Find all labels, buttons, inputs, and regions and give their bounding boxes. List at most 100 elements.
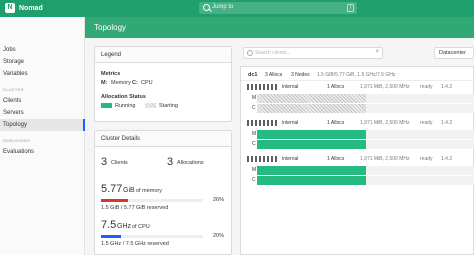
client-search-input[interactable]: Search clients... × — [243, 47, 383, 59]
memory-total: 5.77 — [101, 183, 123, 195]
client-node-status: ready — [420, 84, 433, 90]
client-node[interactable]: internal 1 Allocs 1,971 MiB, 2,500 MHz r… — [247, 83, 474, 121]
legend-header: Legend — [95, 47, 231, 63]
clear-search-icon[interactable]: × — [375, 49, 379, 55]
client-node-status: ready — [420, 156, 433, 162]
running-swatch — [101, 103, 112, 108]
metrics-c-text: CPU — [141, 80, 153, 86]
memory-allocation-bar[interactable] — [257, 166, 366, 175]
cpu-bar-fill — [101, 235, 122, 238]
search-placeholder: Jump to — [212, 4, 234, 10]
starting-swatch — [145, 103, 156, 108]
cpu-row-label: C — [252, 105, 256, 111]
memory-row-label: M — [252, 131, 257, 137]
datacenter-allocs: 3 Allocs — [265, 72, 283, 78]
running-label: Running — [115, 103, 136, 109]
client-node[interactable]: internal 1 Allocs 1,971 MiB, 2,500 MHz r… — [247, 119, 474, 157]
cpu-row — [257, 176, 474, 185]
client-node-allocs: 1 Allocs — [327, 156, 345, 162]
allocations-label: Allocations — [177, 160, 204, 166]
clients-count: 3 — [101, 156, 108, 168]
client-node-name[interactable]: internal — [282, 84, 298, 90]
page-header: Topology — [85, 17, 474, 38]
cpu-row — [257, 104, 474, 113]
datacenter-header: dc1 3 Allocs 3 Nodes 1.5 GiB/5.77 GiB, 1… — [241, 67, 474, 81]
memory-allocation-bar[interactable] — [257, 130, 366, 139]
cluster-details-title: Cluster Details — [101, 136, 141, 142]
sidebar-item-topology[interactable]: Topology — [3, 122, 27, 128]
memory-percent: 26% — [213, 197, 225, 203]
legend-panel: Legend Metrics M: Memory C: CPU Allocati… — [94, 46, 232, 122]
client-node-name[interactable]: internal — [282, 156, 298, 162]
page-title: Topology — [94, 23, 127, 32]
search-icon — [247, 50, 253, 56]
memory-row — [257, 166, 474, 175]
metrics-c-key: C: — [132, 80, 138, 86]
datacenter-select-label: Datacenter — [439, 50, 466, 56]
metrics-heading: Metrics — [101, 71, 121, 77]
client-node-header: internal 1 Allocs 1,971 MiB, 2,500 MHz r… — [247, 119, 474, 128]
memory-bar — [101, 199, 203, 202]
cpu-allocation-bar[interactable] — [257, 104, 366, 113]
allocations-count: 3 — [167, 156, 174, 168]
metrics-m-text: Memory — [111, 80, 131, 86]
brand-name: Nomad — [19, 4, 43, 12]
memory-allocation-bar[interactable] — [257, 94, 366, 103]
sidebar-item-clients[interactable]: Clients — [3, 98, 21, 104]
memory-row — [257, 94, 474, 103]
sidebar-item-evaluations[interactable]: Evaluations — [3, 149, 34, 155]
client-node-status: ready — [420, 120, 433, 126]
memory-row-label: M — [252, 95, 257, 101]
jump-to-search[interactable]: Jump to / — [199, 2, 357, 14]
nomad-logo-icon: N — [5, 3, 15, 13]
client-node[interactable]: internal 1 Allocs 1,971 MiB, 2,500 MHz r… — [247, 155, 474, 193]
client-node-version: 1.4.2 — [441, 120, 453, 126]
cpu-percent: 20% — [213, 233, 225, 239]
client-node-resources: 1,971 MiB, 2,500 MHz — [360, 156, 410, 162]
datacenter-nodes: 3 Nodes — [291, 72, 310, 78]
memory-row-label: M — [252, 167, 257, 173]
allocation-status-heading: Allocation Status — [101, 94, 146, 100]
cpu-allocation-bar[interactable] — [257, 140, 366, 149]
client-node-resources: 1,971 MiB, 2,500 MHz — [360, 84, 410, 90]
cpu-row — [257, 140, 474, 149]
cpu-reserved: 1.5 GHz / 7.5 GHz reserved — [101, 241, 169, 247]
client-node-header: internal 1 Allocs 1,971 MiB, 2,500 MHz r… — [247, 155, 474, 164]
metrics-m-key: M: — [101, 80, 108, 86]
sidebar-item-jobs[interactable]: Jobs — [3, 47, 16, 53]
active-indicator — [83, 119, 85, 131]
search-icon — [203, 4, 210, 11]
client-node-version: 1.4.2 — [441, 84, 453, 90]
redacted-node-id — [247, 120, 277, 126]
top-nav: N Nomad Jump to / — [0, 0, 474, 17]
cpu-row-label: C — [252, 141, 256, 147]
memory-reserved: 1.5 GiB / 5.77 GiB reserved — [101, 205, 169, 211]
redacted-node-id — [247, 156, 277, 162]
datacenter-select[interactable]: Datacenter — [434, 47, 474, 59]
datacenter-panel: dc1 3 Allocs 3 Nodes 1.5 GiB/5.77 GiB, 1… — [240, 66, 474, 255]
client-node-allocs: 1 Allocs — [327, 84, 345, 90]
cpu-allocation-bar[interactable] — [257, 176, 366, 185]
sidebar-section-debugging: DEBUGGING — [3, 138, 31, 143]
sidebar-item-variables[interactable]: Variables — [3, 71, 28, 77]
cluster-details-header: Cluster Details — [95, 131, 231, 147]
cpu-bar — [101, 235, 203, 238]
sidebar-item-servers[interactable]: Servers — [3, 110, 24, 116]
client-node-allocs: 1 Allocs — [327, 120, 345, 126]
cpu-suffix: of CPU — [132, 224, 150, 230]
cpu-row-label: C — [252, 177, 256, 183]
client-node-name[interactable]: internal — [282, 120, 298, 126]
clients-label: Clients — [111, 160, 128, 166]
keyboard-shortcut-hint: / — [347, 4, 354, 12]
client-search-placeholder: Search clients... — [255, 50, 291, 56]
memory-suffix: of memory — [136, 188, 162, 194]
sidebar-item-storage[interactable]: Storage — [3, 59, 24, 65]
sidebar-section-cluster: CLUSTER — [3, 87, 24, 92]
legend-title: Legend — [101, 52, 122, 58]
memory-row — [257, 130, 474, 139]
brand[interactable]: N Nomad — [5, 3, 43, 13]
memory-bar-fill — [101, 199, 128, 202]
client-node-resources: 1,971 MiB, 2,500 MHz — [360, 120, 410, 126]
datacenter-resources: 1.5 GiB/5.77 GiB, 1.5 GHz/7.5 GHz — [317, 72, 396, 78]
starting-label: Starting — [159, 103, 178, 109]
